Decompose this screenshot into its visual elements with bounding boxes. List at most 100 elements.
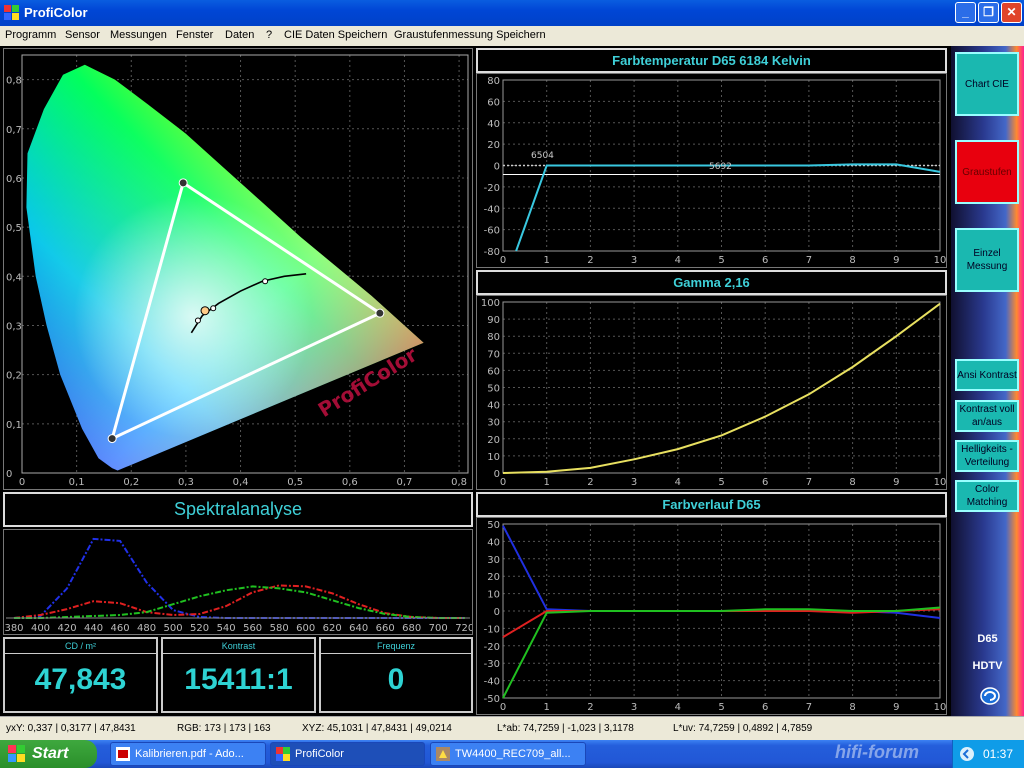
ansi-kontrast-button[interactable]: Ansi Kontrast [955,359,1019,391]
x-tick-label: 2 [587,255,593,266]
start-button[interactable]: Start [0,740,97,768]
cie-y-tick: 0,2 [6,371,22,382]
spectral-x-tick: 640 [349,623,368,634]
spectral-series [13,584,465,619]
cie-y-tick: 0 [6,469,12,480]
x-tick-label: 0 [500,702,506,713]
gamma-chart-panel: 0 1 2 3 4 5 6 7 8 9 10 0 10 20 30 40 50 60 70 80 90 100 [476,295,947,490]
x-tick-label: 9 [893,255,899,266]
einzel-messung-button[interactable]: Einzel Messung [955,228,1019,292]
x-tick-label: 1 [544,702,550,713]
image-file-icon [436,747,450,761]
contrast-value: 15411:1 [184,663,293,696]
spectral-x-tick: 400 [31,623,50,634]
y-tick-label: 30 [487,555,500,566]
temp-chart-panel: 0 1 2 3 4 5 6 7 8 9 10 -80 -60 -40 -20 0 20 40 60 80 6504 569… [476,73,947,268]
measured-white-point [200,306,210,316]
cie-x-tick: 0,4 [233,477,249,488]
x-tick-label: 10 [934,255,946,266]
task-pdf-label: Kalibrieren.pdf - Ado... [135,748,244,760]
menu-help[interactable]: ? [266,29,272,41]
x-tick-label: 5 [718,477,724,488]
x-tick-label: 2 [587,702,593,713]
spectral-x-tick: 420 [57,623,76,634]
menu-graustufenmessung-speichern[interactable]: Graustufenmessung Speichern [394,29,546,41]
graustufen-button[interactable]: Graustufen [955,140,1019,204]
spectral-x-tick: 680 [402,623,421,634]
cie-y-tick: 0,7 [6,125,22,136]
minimize-button[interactable]: _ [955,2,976,23]
menu-programm[interactable]: Programm [5,29,56,41]
task-proficolor[interactable]: ProfiColor [270,742,425,766]
y-tick-label: 10 [487,452,500,463]
menu-daten[interactable]: Daten [225,29,254,41]
series-line [502,608,941,638]
x-tick-label: 1 [544,255,550,266]
menu-cie-daten-speichern[interactable]: CIE Daten Speichern [284,29,387,41]
tray-chevron-icon[interactable] [959,746,975,762]
spectral-x-tick: 560 [243,623,262,634]
y-tick-label: 20 [487,435,500,446]
mid-kelvin-label: 5692 [709,162,732,172]
y-tick-label: 0 [494,162,500,173]
y-tick-label: 50 [487,384,500,395]
menu-sensor[interactable]: Sensor [65,29,100,41]
title-bar[interactable]: ProfiColor _ ❐ ✕ [0,0,1024,26]
clock: 01:37 [983,747,1014,761]
taskbar: Start Kalibrieren.pdf - Ado... ProfiColo… [0,740,1024,768]
y-tick-label: 60 [487,366,500,377]
color-matching-button[interactable]: Color Matching [955,480,1019,512]
spectral-x-tick: 720 [455,623,472,634]
y-tick-label: 80 [487,76,500,87]
frequency-label: Frequenz [321,641,471,654]
y-tick-label: 30 [487,418,500,429]
menu-fenster[interactable]: Fenster [176,29,213,41]
d65-label: D65 [977,633,998,645]
x-tick-label: 9 [893,702,899,713]
x-tick-label: 4 [675,255,681,266]
x-tick-label: 3 [631,702,637,713]
close-button[interactable]: ✕ [1001,2,1022,23]
maximize-button[interactable]: ❐ [978,2,999,23]
spectral-x-tick: 600 [296,623,315,634]
x-tick-label: 7 [806,477,812,488]
x-tick-label: 5 [718,702,724,713]
primary-marker [375,308,385,318]
spectral-series [13,537,465,619]
y-tick-label: 40 [487,401,500,412]
spectral-x-tick: 480 [137,623,156,634]
status-bar: yxY: 0,337 | 0,3177 | 47,8431 RGB: 173 |… [0,716,1024,740]
windows-logo-icon [8,745,25,762]
cie-y-tick: 0,3 [6,321,22,332]
menu-bar: Programm Sensor Messungen Fenster Daten … [0,26,1024,46]
x-tick-label: 0 [500,255,506,266]
cie-y-tick: 0,5 [6,223,22,234]
system-tray: 01:37 [952,740,1024,768]
spectral-x-tick: 460 [111,623,130,634]
y-tick-label: 40 [487,537,500,548]
cie-x-axis: 0 0,1 0,2 0,3 0,4 0,5 0,6 0,7 0,8 [19,477,467,488]
spectral-x-tick: 660 [376,623,395,634]
application-window: ProfiColor _ ❐ ✕ Programm Sensor Messung… [0,0,1024,740]
cie-x-tick: 0,3 [178,477,194,488]
x-tick-label: 10 [934,702,946,713]
y-tick-label: 0 [494,469,500,480]
task-tw4400[interactable]: TW4400_REC709_all... [430,742,586,766]
task-pdf[interactable]: Kalibrieren.pdf - Ado... [110,742,266,766]
frequency-readout: Frequenz 0 [319,637,473,713]
helligkeits-verteilung-button[interactable]: Helligkeits - Verteilung [955,440,1019,472]
x-tick-label: 6 [762,477,768,488]
cie-x-tick: 0 [19,477,25,488]
menu-messungen[interactable]: Messungen [110,29,167,41]
main-area: ProfiColor 0 0,1 0,2 0,3 0,4 0,5 0,6 0,7 0,8 0 0,… [0,46,1024,716]
refresh-icon[interactable] [979,686,1001,706]
kontrast-voll-button[interactable]: Kontrast voll an/aus [955,400,1019,432]
luminance-readout: CD / m² 47,843 [3,637,158,713]
gamma-panel-title: Gamma 2,16 [476,270,947,295]
chart-cie-button[interactable]: Chart CIE [955,52,1019,116]
cie-y-tick: 0,6 [6,174,22,185]
spectral-series [14,585,465,619]
y-tick-label: -10 [484,624,500,635]
spectral-chart-panel: 380 400 420 440 460 480 500 520 540 560 580 600 620 6… [3,529,474,635]
y-tick-label: 20 [487,572,500,583]
